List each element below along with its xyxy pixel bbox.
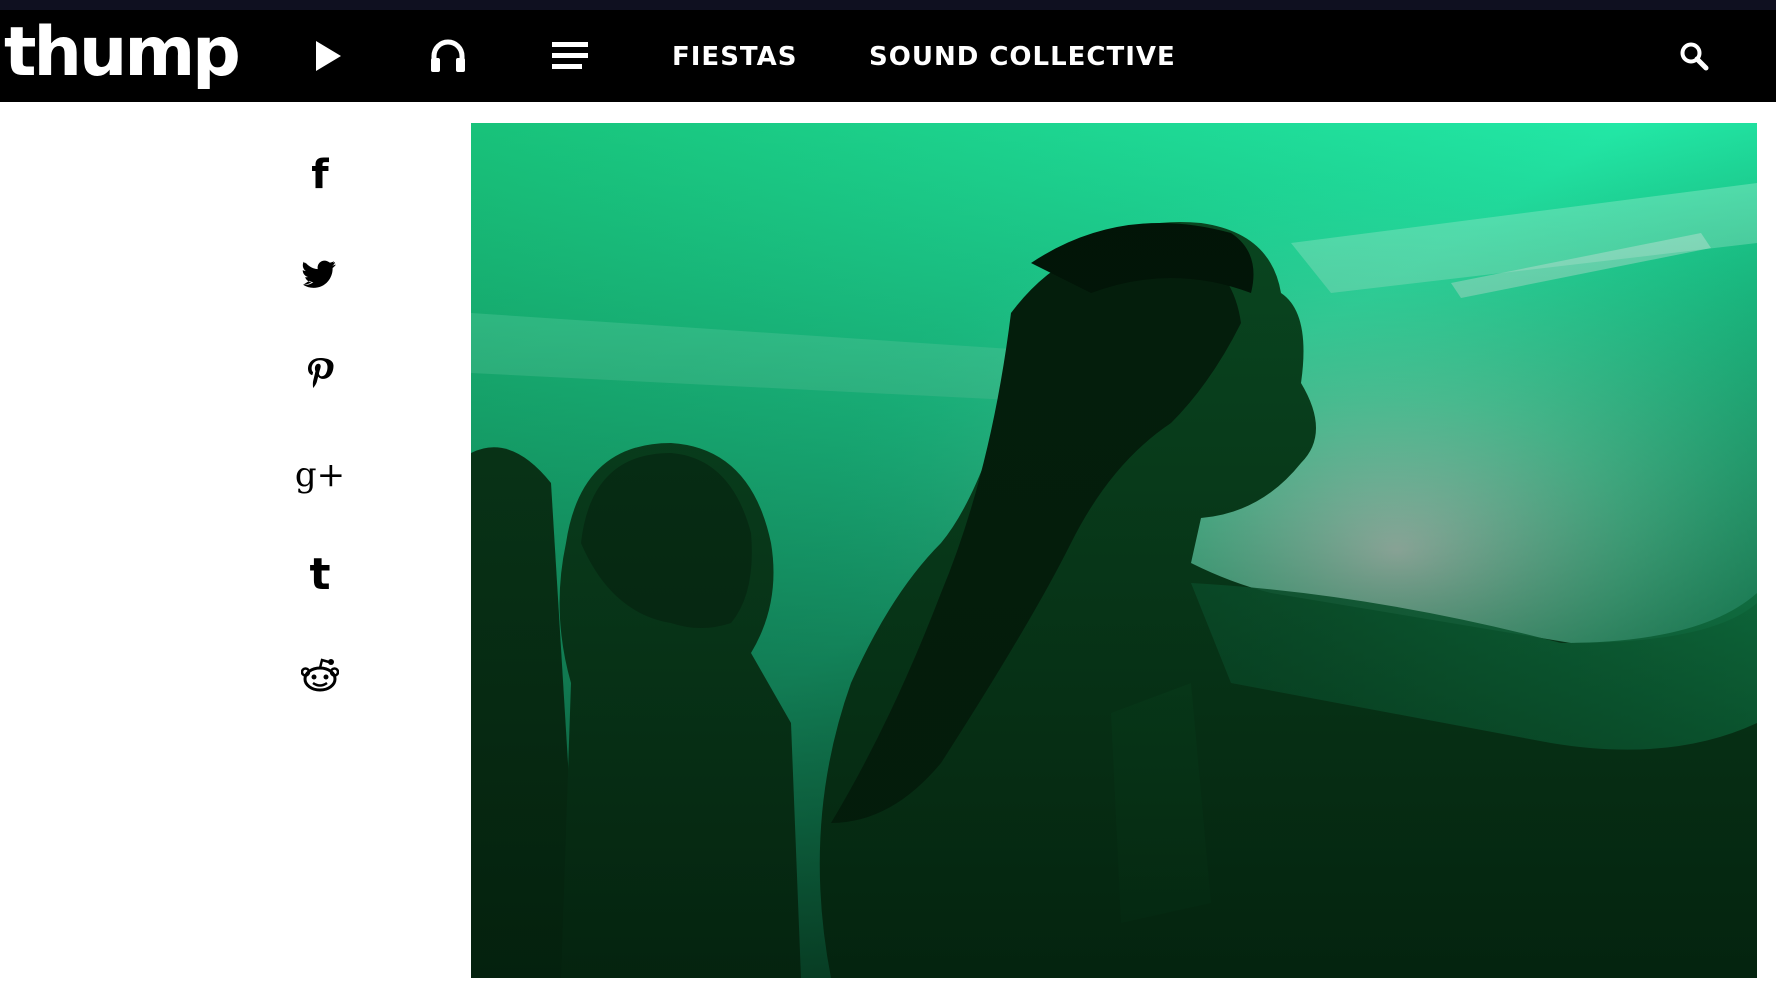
nav-link-fiestas[interactable]: FIESTAS xyxy=(672,10,798,102)
facebook-share-button[interactable]: f xyxy=(290,145,350,205)
search-icon[interactable] xyxy=(1672,34,1716,78)
headphones-icon[interactable] xyxy=(422,30,474,82)
twitter-share-button[interactable] xyxy=(290,245,350,305)
reddit-icon xyxy=(301,658,339,692)
tumblr-icon: t xyxy=(309,549,331,600)
reddit-share-button[interactable] xyxy=(290,645,350,705)
pinterest-share-button[interactable] xyxy=(290,345,350,405)
menu-icon[interactable] xyxy=(544,30,596,82)
play-icon[interactable] xyxy=(302,30,354,82)
site-logo[interactable]: thump xyxy=(4,18,241,96)
google-plus-share-button[interactable]: g+ xyxy=(290,445,350,505)
nav-link-sound-collective[interactable]: SOUND COLLECTIVE xyxy=(869,10,1176,102)
hero-image xyxy=(471,123,1757,978)
twitter-icon xyxy=(302,260,336,288)
site-header: thump FIESTAS SOUND COLLECTIVE xyxy=(0,10,1776,102)
tumblr-share-button[interactable]: t xyxy=(290,545,350,605)
top-strip xyxy=(0,0,1776,10)
facebook-icon: f xyxy=(311,152,329,198)
pinterest-icon xyxy=(308,358,334,388)
google-plus-icon: g+ xyxy=(294,455,346,495)
